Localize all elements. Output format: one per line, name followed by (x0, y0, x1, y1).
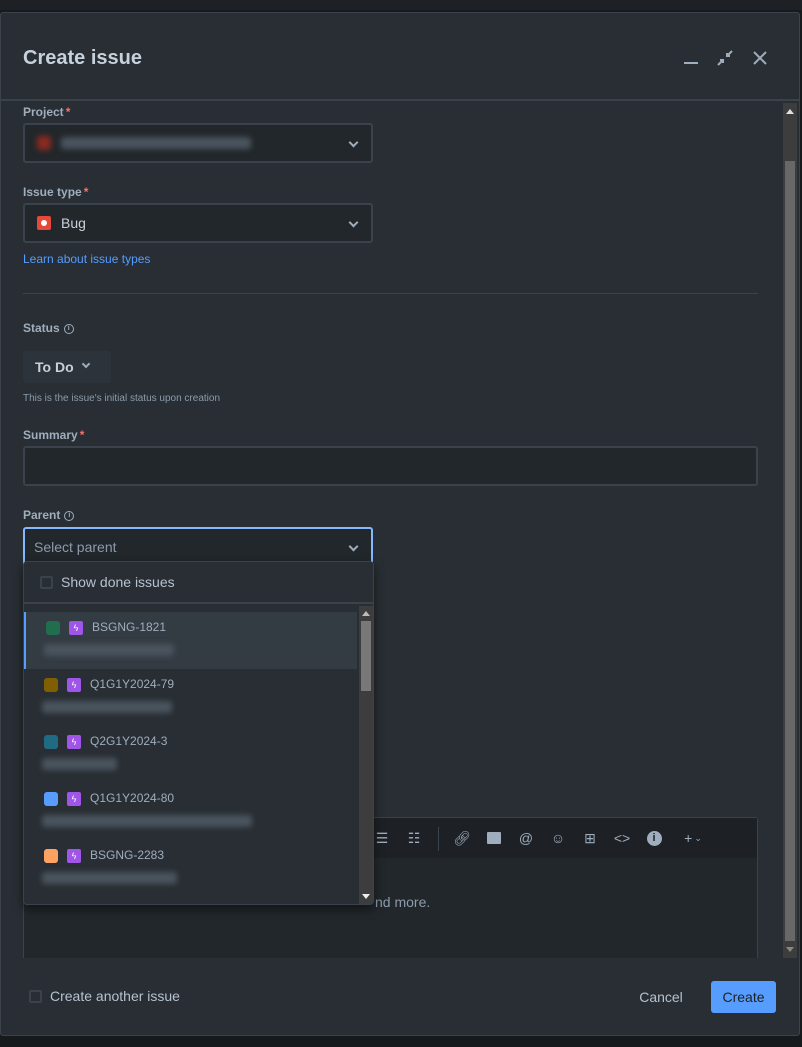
insert-more-icon[interactable]: + ⌄ (678, 830, 708, 846)
color-square-icon (46, 621, 60, 635)
modal-title: Create issue (23, 47, 142, 69)
create-button[interactable]: Create (711, 981, 776, 1013)
parent-option[interactable]: ϟ Q1G1Y2024-80 (24, 783, 357, 840)
color-square-icon (44, 849, 58, 863)
scroll-up-icon[interactable] (786, 109, 794, 114)
bug-icon (37, 216, 51, 230)
divider (23, 293, 758, 294)
color-square-icon (44, 735, 58, 749)
epic-icon: ϟ (67, 849, 81, 863)
status-dropdown[interactable]: To Do (23, 351, 111, 383)
description-placeholder: nd more. (375, 894, 431, 910)
create-another-checkbox[interactable]: Create another issue (29, 988, 180, 1004)
learn-issue-types-link[interactable]: Learn about issue types (23, 252, 150, 266)
scrollbar-thumb[interactable] (361, 621, 371, 691)
parent-option[interactable]: ϟ Q2G1Y2024-3 (24, 726, 357, 783)
collapse-icon (717, 50, 733, 66)
parent-label: Parent i (23, 508, 75, 522)
epic-icon: ϟ (67, 735, 81, 749)
issue-key: BSGNG-1821 (92, 620, 167, 634)
chevron-down-icon (348, 217, 359, 228)
numbered-list-icon[interactable]: ☷ (406, 830, 422, 846)
parent-placeholder: Select parent (34, 539, 117, 555)
color-square-icon (44, 678, 58, 692)
epic-icon: ϟ (69, 621, 83, 635)
show-done-issues-checkbox[interactable]: Show done issues (40, 574, 175, 590)
create-issue-modal: Create issue Project * Issue type * Bug Le… (0, 12, 800, 1036)
issue-summary (44, 644, 174, 656)
close-icon (753, 51, 767, 65)
show-done-label: Show done issues (61, 574, 175, 590)
chevron-down-icon (348, 137, 359, 148)
issue-key: Q1G1Y2024-79 (90, 677, 175, 691)
issue-summary (42, 815, 252, 827)
code-icon[interactable]: <> (614, 830, 630, 846)
image-icon[interactable] (486, 830, 502, 846)
project-label: Project * (23, 105, 71, 119)
bullet-list-icon[interactable]: ☰ (374, 830, 390, 846)
modal-header: Create issue (1, 13, 799, 101)
minimize-icon (684, 62, 698, 64)
summary-input[interactable] (23, 446, 758, 486)
collapse-button[interactable] (713, 46, 737, 70)
modal-scrollbar[interactable] (783, 103, 797, 958)
issue-summary (42, 701, 172, 713)
toolbar-divider (438, 827, 439, 851)
chevron-down-icon (81, 359, 91, 369)
checkbox-icon (29, 989, 42, 1003)
status-value: To Do (35, 359, 74, 375)
cancel-button[interactable]: Cancel (629, 981, 693, 1013)
scroll-down-icon[interactable] (786, 947, 794, 952)
link-icon[interactable]: 🔗︎ (453, 830, 471, 846)
issue-key: Q2G1Y2024-3 (90, 734, 168, 748)
checkbox-icon (40, 575, 53, 589)
info-panel-icon[interactable]: i (646, 830, 662, 846)
status-label: Status i (23, 321, 74, 335)
summary-label: Summary * (23, 428, 85, 442)
parent-option[interactable]: ϟ BSGNG-2283 (24, 840, 357, 897)
minimize-button[interactable] (679, 46, 703, 70)
parent-option[interactable]: ϟ Q1G1Y2024-79 (24, 669, 357, 726)
emoji-icon[interactable]: ☺ (550, 830, 566, 846)
parent-dropdown-menu: Show done issues ϟ BSGNG-1821 ϟ Q1G1Y202… (23, 561, 374, 905)
dropdown-scrollbar[interactable] (359, 606, 373, 904)
info-icon[interactable]: i (64, 510, 75, 521)
mention-icon[interactable]: @ (518, 830, 534, 846)
issue-type-value: Bug (61, 215, 86, 231)
modal-footer: Create another issue Cancel Create (1, 971, 799, 1031)
info-icon[interactable]: i (63, 323, 74, 334)
dropdown-header: Show done issues (24, 562, 373, 604)
project-value (61, 137, 251, 149)
status-hint: This is the issue's initial status upon … (23, 393, 221, 404)
background-app-bar (0, 0, 802, 10)
parent-options-list: ϟ BSGNG-1821 ϟ Q1G1Y2024-79 ϟ Q2G1Y2024-… (24, 606, 359, 904)
scroll-up-icon[interactable] (362, 611, 370, 616)
epic-icon: ϟ (67, 678, 81, 692)
create-another-label: Create another issue (50, 988, 180, 1004)
issue-key: Q1G1Y2024-80 (90, 791, 175, 805)
close-button[interactable] (748, 46, 772, 70)
project-select[interactable] (23, 123, 373, 163)
issue-key: BSGNG-2283 (90, 848, 165, 862)
issue-type-label: Issue type * (23, 185, 89, 199)
color-square-icon (44, 792, 58, 806)
issue-type-select[interactable]: Bug (23, 203, 373, 243)
scroll-down-icon[interactable] (362, 894, 370, 899)
epic-icon: ϟ (67, 792, 81, 806)
project-icon (37, 136, 51, 150)
table-icon[interactable]: ⊞ (582, 830, 598, 846)
issue-summary (42, 872, 177, 884)
parent-option[interactable]: ϟ BSGNG-1821 (24, 612, 357, 669)
scrollbar-thumb[interactable] (785, 161, 795, 941)
chevron-down-icon (348, 541, 359, 552)
issue-summary (42, 758, 117, 770)
